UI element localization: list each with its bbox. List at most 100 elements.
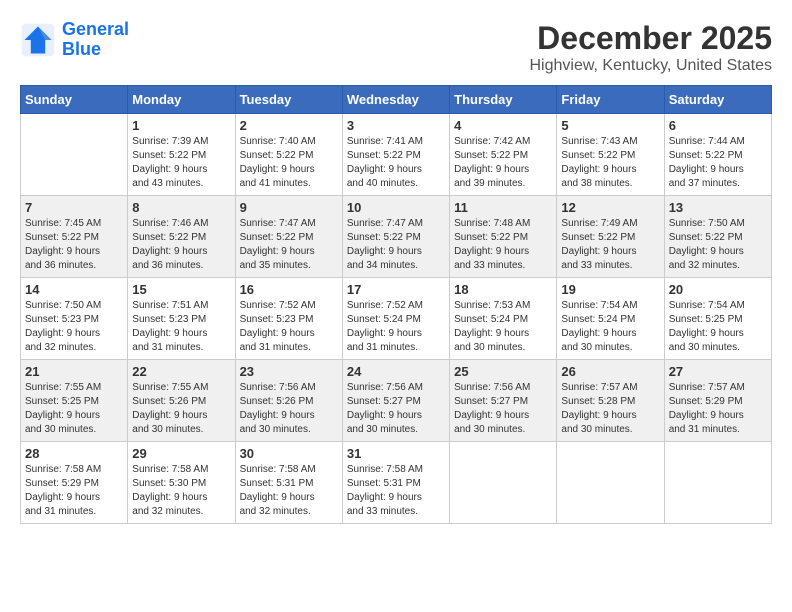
calendar-cell: 2 Sunrise: 7:40 AM Sunset: 5:22 PM Daylig… [235,114,342,196]
day-number: 27 [669,364,767,379]
day-header-monday: Monday [128,86,235,114]
day-number: 22 [132,364,230,379]
day-info: Sunrise: 7:56 AM Sunset: 5:27 PM Dayligh… [347,381,445,437]
calendar-week-row: 1 Sunrise: 7:39 AM Sunset: 5:22 PM Daylig… [21,114,772,196]
day-info: Sunrise: 7:56 AM Sunset: 5:27 PM Dayligh… [454,381,552,437]
day-info: Sunrise: 7:49 AM Sunset: 5:22 PM Dayligh… [561,217,659,273]
calendar-cell: 17 Sunrise: 7:52 AM Sunset: 5:24 PM Dayli… [342,278,449,360]
day-info: Sunrise: 7:51 AM Sunset: 5:23 PM Dayligh… [132,299,230,355]
day-number: 1 [132,118,230,133]
page-header: General Blue December 2025 Highview, Ken… [20,20,772,75]
calendar-cell: 29 Sunrise: 7:58 AM Sunset: 5:30 PM Dayli… [128,442,235,524]
day-info: Sunrise: 7:46 AM Sunset: 5:22 PM Dayligh… [132,217,230,273]
calendar-cell: 20 Sunrise: 7:54 AM Sunset: 5:25 PM Dayli… [664,278,771,360]
day-number: 23 [240,364,338,379]
day-number: 25 [454,364,552,379]
calendar-cell: 6Sunrise: 7:44 AM Sunset: 5:22 PM Daylig… [664,114,771,196]
day-info: Sunrise: 7:43 AM Sunset: 5:22 PM Dayligh… [561,135,659,191]
day-info: Sunrise: 7:55 AM Sunset: 5:26 PM Dayligh… [132,381,230,437]
calendar-cell: 12Sunrise: 7:49 AM Sunset: 5:22 PM Dayli… [557,196,664,278]
title-section: December 2025 Highview, Kentucky, United… [530,20,773,75]
day-header-friday: Friday [557,86,664,114]
calendar-week-row: 21 Sunrise: 7:55 AM Sunset: 5:25 PM Dayli… [21,360,772,442]
day-info: Sunrise: 7:54 AM Sunset: 5:24 PM Dayligh… [561,299,659,355]
day-info: Sunrise: 7:47 AM Sunset: 5:22 PM Dayligh… [240,217,338,273]
day-number: 21 [25,364,123,379]
calendar-cell: 9 Sunrise: 7:47 AM Sunset: 5:22 PM Daylig… [235,196,342,278]
day-info: Sunrise: 7:58 AM Sunset: 5:31 PM Dayligh… [240,463,338,519]
calendar-cell: 7 Sunrise: 7:45 AM Sunset: 5:22 PM Daylig… [21,196,128,278]
day-info: Sunrise: 7:58 AM Sunset: 5:30 PM Dayligh… [132,463,230,519]
calendar-cell: 18 Sunrise: 7:53 AM Sunset: 5:24 PM Dayli… [450,278,557,360]
day-info: Sunrise: 7:55 AM Sunset: 5:25 PM Dayligh… [25,381,123,437]
day-number: 5 [561,118,659,133]
calendar-cell: 5 Sunrise: 7:43 AM Sunset: 5:22 PM Daylig… [557,114,664,196]
day-info: Sunrise: 7:50 AM Sunset: 5:23 PM Dayligh… [25,299,123,355]
calendar-cell: 27Sunrise: 7:57 AM Sunset: 5:29 PM Dayli… [664,360,771,442]
day-number: 6 [669,118,767,133]
day-number: 20 [669,282,767,297]
day-number: 19 [561,282,659,297]
day-info: Sunrise: 7:53 AM Sunset: 5:24 PM Dayligh… [454,299,552,355]
calendar-cell: 1 Sunrise: 7:39 AM Sunset: 5:22 PM Daylig… [128,114,235,196]
day-number: 14 [25,282,123,297]
day-info: Sunrise: 7:40 AM Sunset: 5:22 PM Dayligh… [240,135,338,191]
calendar-cell: 19 Sunrise: 7:54 AM Sunset: 5:24 PM Dayli… [557,278,664,360]
day-number: 15 [132,282,230,297]
day-header-thursday: Thursday [450,86,557,114]
logo-icon [20,22,56,58]
calendar-cell: 11Sunrise: 7:48 AM Sunset: 5:22 PM Dayli… [450,196,557,278]
calendar-cell: 30Sunrise: 7:58 AM Sunset: 5:31 PM Dayli… [235,442,342,524]
calendar-week-row: 7 Sunrise: 7:45 AM Sunset: 5:22 PM Daylig… [21,196,772,278]
day-number: 28 [25,446,123,461]
day-number: 11 [454,200,552,215]
day-info: Sunrise: 7:54 AM Sunset: 5:25 PM Dayligh… [669,299,767,355]
day-number: 26 [561,364,659,379]
calendar-cell: 25 Sunrise: 7:56 AM Sunset: 5:27 PM Dayli… [450,360,557,442]
day-number: 16 [240,282,338,297]
calendar-cell: 3 Sunrise: 7:41 AM Sunset: 5:22 PM Daylig… [342,114,449,196]
calendar-cell: 4 Sunrise: 7:42 AM Sunset: 5:22 PM Daylig… [450,114,557,196]
calendar-week-row: 28 Sunrise: 7:58 AM Sunset: 5:29 PM Dayli… [21,442,772,524]
calendar-cell: 15 Sunrise: 7:51 AM Sunset: 5:23 PM Dayli… [128,278,235,360]
calendar-cell: 23 Sunrise: 7:56 AM Sunset: 5:26 PM Dayli… [235,360,342,442]
day-info: Sunrise: 7:41 AM Sunset: 5:22 PM Dayligh… [347,135,445,191]
day-info: Sunrise: 7:56 AM Sunset: 5:26 PM Dayligh… [240,381,338,437]
day-info: Sunrise: 7:58 AM Sunset: 5:31 PM Dayligh… [347,463,445,519]
logo-text: General Blue [62,20,129,60]
calendar-cell: 31 Sunrise: 7:58 AM Sunset: 5:31 PM Dayli… [342,442,449,524]
calendar-cell: 28 Sunrise: 7:58 AM Sunset: 5:29 PM Dayli… [21,442,128,524]
day-number: 2 [240,118,338,133]
month-title: December 2025 [530,20,773,57]
calendar-cell [450,442,557,524]
day-number: 9 [240,200,338,215]
calendar-cell: 13Sunrise: 7:50 AM Sunset: 5:22 PM Dayli… [664,196,771,278]
day-info: Sunrise: 7:58 AM Sunset: 5:29 PM Dayligh… [25,463,123,519]
calendar-cell [664,442,771,524]
day-info: Sunrise: 7:39 AM Sunset: 5:22 PM Dayligh… [132,135,230,191]
day-number: 4 [454,118,552,133]
day-number: 31 [347,446,445,461]
day-info: Sunrise: 7:57 AM Sunset: 5:28 PM Dayligh… [561,381,659,437]
day-number: 17 [347,282,445,297]
day-number: 7 [25,200,123,215]
calendar-cell: 22 Sunrise: 7:55 AM Sunset: 5:26 PM Dayli… [128,360,235,442]
day-info: Sunrise: 7:45 AM Sunset: 5:22 PM Dayligh… [25,217,123,273]
day-info: Sunrise: 7:52 AM Sunset: 5:24 PM Dayligh… [347,299,445,355]
day-number: 3 [347,118,445,133]
day-info: Sunrise: 7:42 AM Sunset: 5:22 PM Dayligh… [454,135,552,191]
day-header-sunday: Sunday [21,86,128,114]
day-number: 29 [132,446,230,461]
calendar-cell [21,114,128,196]
day-info: Sunrise: 7:52 AM Sunset: 5:23 PM Dayligh… [240,299,338,355]
day-info: Sunrise: 7:50 AM Sunset: 5:22 PM Dayligh… [669,217,767,273]
location-title: Highview, Kentucky, United States [530,57,773,75]
day-info: Sunrise: 7:47 AM Sunset: 5:22 PM Dayligh… [347,217,445,273]
day-number: 18 [454,282,552,297]
calendar-week-row: 14 Sunrise: 7:50 AM Sunset: 5:23 PM Dayli… [21,278,772,360]
calendar-cell: 10Sunrise: 7:47 AM Sunset: 5:22 PM Dayli… [342,196,449,278]
calendar-cell [557,442,664,524]
calendar-cell: 16 Sunrise: 7:52 AM Sunset: 5:23 PM Dayli… [235,278,342,360]
calendar-cell: 14 Sunrise: 7:50 AM Sunset: 5:23 PM Dayli… [21,278,128,360]
calendar-cell: 26 Sunrise: 7:57 AM Sunset: 5:28 PM Dayli… [557,360,664,442]
